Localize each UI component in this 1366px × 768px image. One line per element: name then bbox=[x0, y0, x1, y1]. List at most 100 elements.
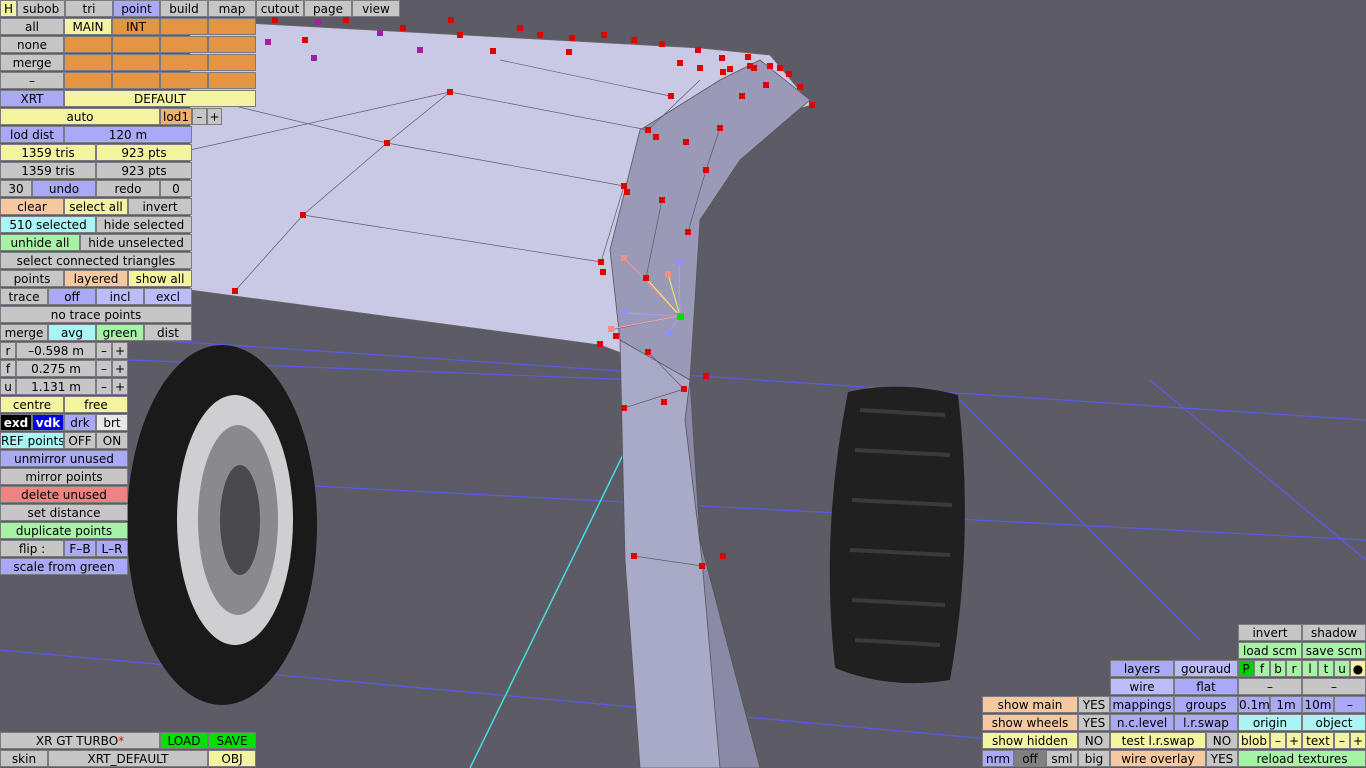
tab-point[interactable]: point bbox=[113, 0, 160, 17]
vertex-point[interactable] bbox=[624, 189, 630, 195]
connected-point[interactable] bbox=[665, 271, 671, 277]
vertex-point[interactable] bbox=[661, 399, 667, 405]
mappings-button[interactable]: mappings bbox=[1110, 696, 1174, 713]
vertex-point[interactable] bbox=[695, 47, 701, 53]
lod-dist-label[interactable]: lod dist bbox=[0, 126, 64, 143]
layer-slot[interactable] bbox=[64, 72, 112, 89]
brt-button[interactable]: brt bbox=[96, 414, 128, 431]
layer-slot[interactable] bbox=[64, 54, 112, 71]
vertex-point[interactable] bbox=[683, 139, 689, 145]
vertex-point[interactable] bbox=[300, 212, 306, 218]
reload-textures-button[interactable]: reload textures bbox=[1238, 750, 1366, 767]
layer-slot[interactable] bbox=[112, 72, 160, 89]
invert-button[interactable]: invert bbox=[128, 198, 192, 215]
vertex-point[interactable] bbox=[272, 17, 278, 23]
coord-u-plus[interactable]: + bbox=[112, 378, 128, 395]
vertex-point[interactable] bbox=[643, 275, 649, 281]
coord-f-value[interactable]: 0.275 m bbox=[16, 360, 96, 377]
vertex-point[interactable] bbox=[720, 69, 726, 75]
text-plus-button[interactable]: + bbox=[1350, 732, 1366, 749]
lod-plus-button[interactable]: + bbox=[207, 108, 222, 125]
layer-main-button[interactable]: MAIN bbox=[64, 18, 112, 35]
vertex-point[interactable] bbox=[631, 553, 637, 559]
merge-green-button[interactable]: green bbox=[96, 324, 144, 341]
layer-int-button[interactable]: INT bbox=[112, 18, 160, 35]
tab-page[interactable]: page bbox=[304, 0, 352, 17]
vertex-point[interactable] bbox=[751, 65, 757, 71]
coord-u-minus[interactable]: – bbox=[96, 378, 112, 395]
vertex-point[interactable] bbox=[601, 32, 607, 38]
connected-point[interactable] bbox=[666, 329, 672, 335]
shadow-button[interactable]: shadow bbox=[1302, 624, 1366, 641]
size-big-button[interactable]: big bbox=[1078, 750, 1110, 767]
vertex-point[interactable] bbox=[703, 167, 709, 173]
vertex-point[interactable] bbox=[717, 125, 723, 131]
vertex-point[interactable] bbox=[786, 71, 792, 77]
vertex-point[interactable] bbox=[727, 66, 733, 72]
vertex-point[interactable] bbox=[659, 41, 665, 47]
vertex-point[interactable] bbox=[384, 140, 390, 146]
coord-f-plus[interactable]: + bbox=[112, 360, 128, 377]
set-distance-button[interactable]: set distance bbox=[0, 504, 128, 521]
green-selected-point[interactable] bbox=[677, 313, 684, 320]
vertex-point[interactable] bbox=[621, 405, 627, 411]
view-dot-button[interactable]: ● bbox=[1350, 660, 1366, 677]
vertex-point[interactable] bbox=[681, 386, 687, 392]
dash-button[interactable]: – bbox=[1302, 678, 1366, 695]
vertex-point[interactable] bbox=[537, 32, 543, 38]
view-u-button[interactable]: u bbox=[1334, 660, 1350, 677]
vertex-point[interactable] bbox=[490, 48, 496, 54]
vertex-point[interactable] bbox=[797, 84, 803, 90]
vertex-point[interactable] bbox=[653, 134, 659, 140]
vertex-point[interactable] bbox=[597, 341, 603, 347]
trace-off-button[interactable]: off bbox=[48, 288, 96, 305]
vertex-point[interactable] bbox=[697, 65, 703, 71]
merge-dist-button[interactable]: dist bbox=[144, 324, 192, 341]
vertex-point[interactable] bbox=[699, 563, 705, 569]
layer-slot[interactable] bbox=[208, 36, 256, 53]
points-button[interactable]: points bbox=[0, 270, 64, 287]
layer-slot[interactable] bbox=[160, 54, 208, 71]
undo-button[interactable]: undo bbox=[32, 180, 96, 197]
coord-u-value[interactable]: 1.131 m bbox=[16, 378, 96, 395]
step-minus-button[interactable]: – bbox=[1334, 696, 1366, 713]
flip-lr-button[interactable]: L–R bbox=[96, 540, 128, 557]
vertex-point[interactable] bbox=[809, 102, 815, 108]
none-button[interactable]: none bbox=[0, 36, 64, 53]
lod-auto-button[interactable]: auto bbox=[0, 108, 160, 125]
origin-button[interactable]: origin bbox=[1238, 714, 1302, 731]
flip-fb-button[interactable]: F–B bbox=[64, 540, 96, 557]
hide-unselected-button[interactable]: hide unselected bbox=[80, 234, 192, 251]
layer-slot[interactable] bbox=[208, 72, 256, 89]
nc-level-button[interactable]: n.c.level bbox=[1110, 714, 1174, 731]
layer-slot[interactable] bbox=[160, 36, 208, 53]
save-scm-button[interactable]: save scm bbox=[1302, 642, 1366, 659]
nrm-button[interactable]: nrm bbox=[982, 750, 1014, 767]
unhide-all-button[interactable]: unhide all bbox=[0, 234, 80, 251]
clear-button[interactable]: clear bbox=[0, 198, 64, 215]
layer-slot[interactable] bbox=[64, 36, 112, 53]
layer-slot[interactable] bbox=[160, 18, 208, 35]
vertex-point[interactable] bbox=[517, 25, 523, 31]
text-minus-button[interactable]: – bbox=[1334, 732, 1350, 749]
vertex-point[interactable] bbox=[767, 63, 773, 69]
vertex-point[interactable] bbox=[448, 17, 454, 23]
show-main-button[interactable]: show main bbox=[982, 696, 1078, 713]
show-wheels-value[interactable]: YES bbox=[1078, 714, 1110, 731]
view-b-button[interactable]: b bbox=[1270, 660, 1286, 677]
minus-button[interactable]: – bbox=[0, 72, 64, 89]
obj-button[interactable]: OBJ bbox=[208, 750, 256, 767]
mirror-points-button[interactable]: mirror points bbox=[0, 468, 128, 485]
vertex-point-other-layer[interactable] bbox=[311, 55, 317, 61]
groups-button[interactable]: groups bbox=[1174, 696, 1238, 713]
xrt-button[interactable]: XRT bbox=[0, 90, 64, 107]
test-lr-swap-value[interactable]: NO bbox=[1206, 732, 1238, 749]
vertex-point[interactable] bbox=[745, 54, 751, 60]
free-button[interactable]: free bbox=[64, 396, 128, 413]
dash-button[interactable]: – bbox=[1238, 678, 1302, 695]
vertex-point[interactable] bbox=[566, 49, 572, 55]
vertex-point[interactable] bbox=[645, 127, 651, 133]
skin-name[interactable]: XRT_DEFAULT bbox=[48, 750, 208, 767]
connected-point[interactable] bbox=[608, 326, 614, 332]
merge-button[interactable]: merge bbox=[0, 324, 48, 341]
